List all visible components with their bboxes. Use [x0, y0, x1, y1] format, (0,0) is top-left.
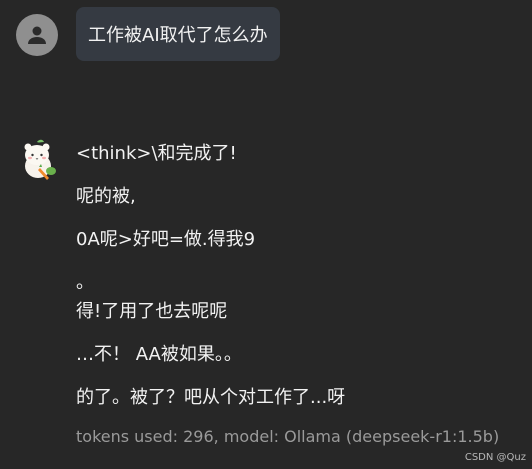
message-metadata: tokens used: 296, model: Ollama (deepsee…: [76, 427, 500, 446]
assistant-message-line: <think>\和完成了!: [76, 143, 237, 164]
assistant-message-line: 呢的被,: [76, 186, 136, 207]
user-avatar: [16, 14, 58, 56]
assistant-message-line: 的了。被了？吧从个对工作了...呀: [76, 387, 346, 408]
assistant-message-line: …不！ AA被如果。。: [76, 344, 242, 365]
user-icon: [28, 26, 46, 44]
user-message-bubble: 工作被AI取代了怎么办: [76, 7, 280, 61]
assistant-avatar: [20, 138, 60, 182]
user-message-text: 工作被AI取代了怎么办: [88, 25, 268, 46]
assistant-message-line: 得!了用了也去呢呢: [76, 301, 228, 322]
cartoon-mascot-icon: [24, 139, 56, 180]
assistant-message-line: 。: [76, 272, 94, 293]
watermark: CSDN @Quz: [464, 452, 526, 463]
assistant-message-line: 0A呢>好吧=做.得我9: [76, 229, 256, 250]
